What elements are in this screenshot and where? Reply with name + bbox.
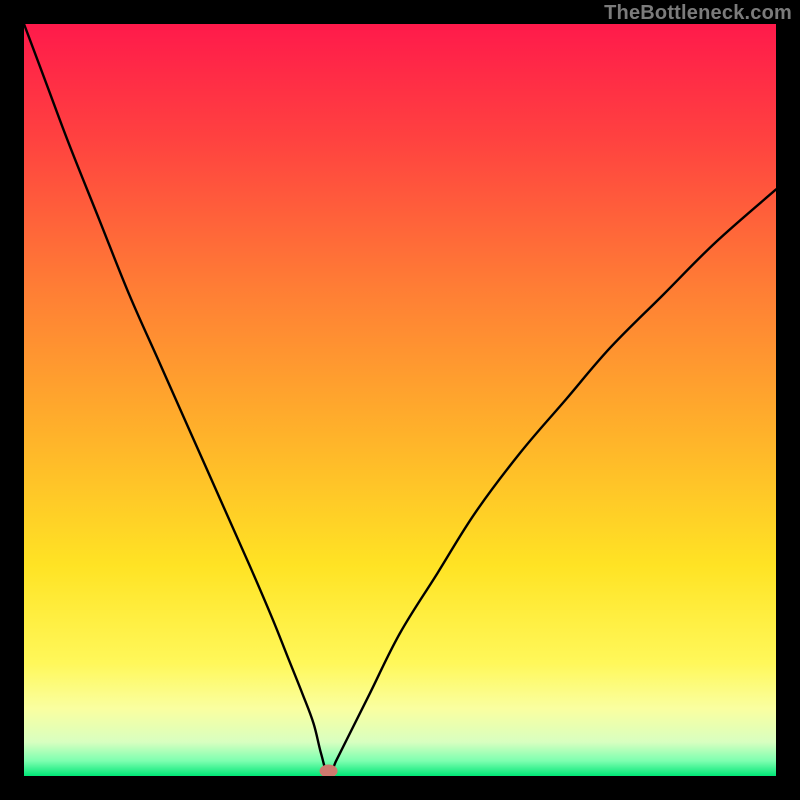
plot-area: [24, 24, 776, 776]
bottleneck-chart: [24, 24, 776, 776]
watermark-text: TheBottleneck.com: [604, 2, 792, 25]
chart-frame: TheBottleneck.com: [0, 0, 800, 800]
gradient-background: [24, 24, 776, 776]
